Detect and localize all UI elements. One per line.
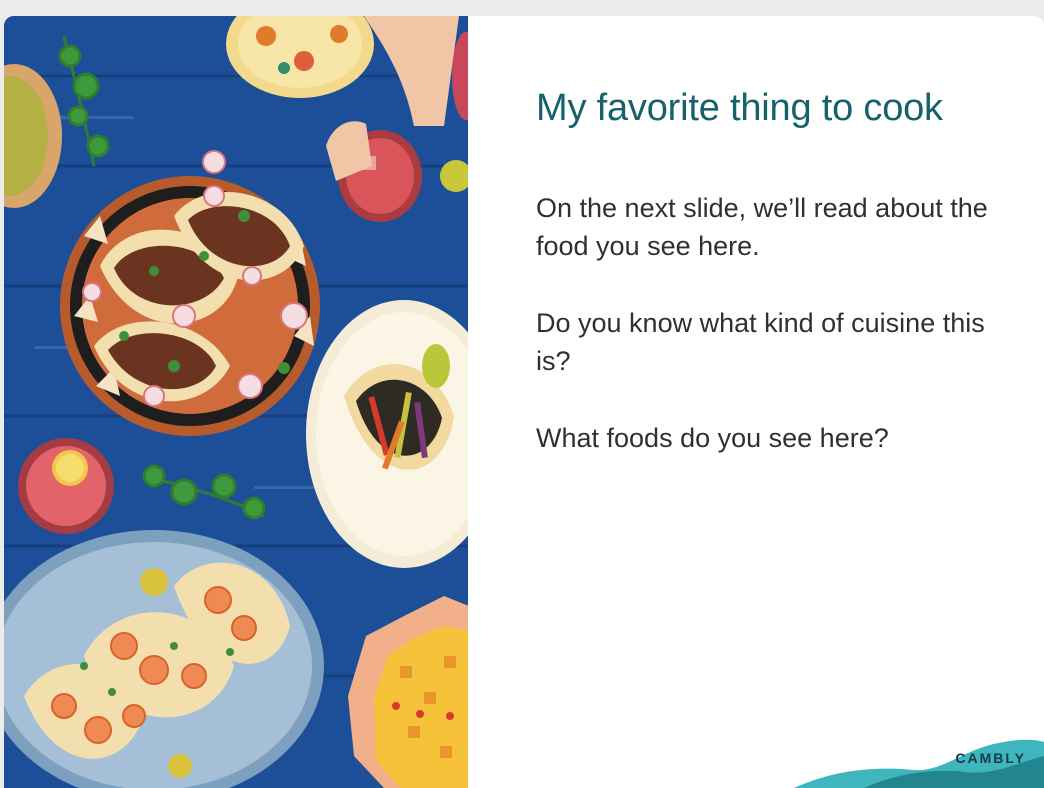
prompt-next-slide: On the next slide, we’ll read about the … — [536, 193, 988, 261]
tacos-illustration — [4, 16, 468, 788]
cambly-logo: CAMBLY — [955, 750, 1026, 766]
slide: My favorite thing to cook On the next sl… — [4, 16, 1044, 788]
brand-wave-decoration — [794, 739, 1044, 788]
text-panel: My favorite thing to cook On the next sl… — [536, 82, 996, 457]
prompt-foods: What foods do you see here? — [536, 423, 889, 453]
prompt-cuisine: Do you know what kind of cuisine this is… — [536, 308, 985, 376]
food-photo — [4, 16, 468, 788]
slide-title: My favorite thing to cook — [536, 87, 943, 129]
